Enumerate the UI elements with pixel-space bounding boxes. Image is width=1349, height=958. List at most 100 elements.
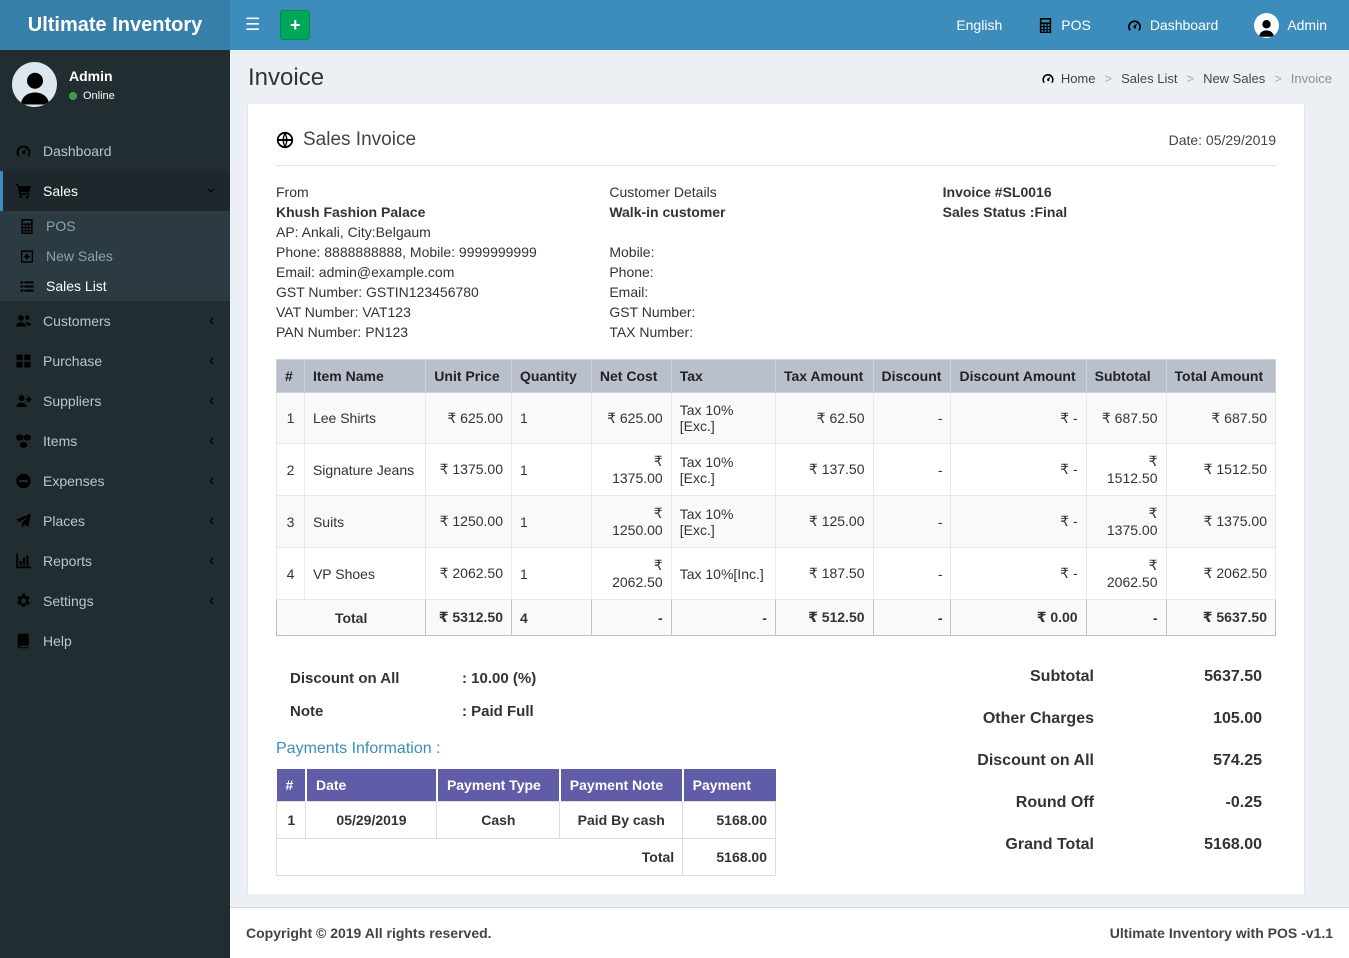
note-row: Note : Paid Full: [290, 703, 796, 720]
navbar-user-menu[interactable]: Admin: [1254, 13, 1327, 38]
plus-square-icon: [19, 249, 35, 264]
summary-value: 574.25: [1094, 752, 1262, 770]
column-header: Subtotal: [1086, 360, 1166, 393]
table-row: 3 Suits ₹ 1250.00 1 ₹ 1250.00 Tax 10%[Ex…: [277, 496, 1276, 548]
online-dot-icon: [69, 92, 77, 100]
sales-submenu: POS New Sales Sales List: [0, 211, 230, 301]
cell: -: [873, 496, 951, 548]
cell: 3: [277, 496, 305, 548]
language-menu[interactable]: English: [956, 17, 1002, 33]
summary-value: 5637.50: [1094, 668, 1262, 686]
summary-row-subtotal: Subtotal 5637.50: [796, 668, 1262, 686]
cell: -: [873, 444, 951, 496]
cell: ₹ 2062.50: [1166, 548, 1276, 600]
cell: 4: [512, 600, 592, 636]
column-header: Payment: [683, 769, 776, 802]
breadcrumb-home[interactable]: Home: [1041, 71, 1096, 86]
table-row: 4 VP Shoes ₹ 2062.50 1 ₹ 2062.50 Tax 10%…: [277, 548, 1276, 600]
cell: ₹ 0.00: [951, 600, 1086, 636]
cell: ₹ 187.50: [775, 548, 873, 600]
payments-total-value: 5168.00: [683, 839, 776, 876]
column-header: Unit Price: [426, 360, 512, 393]
cell: -: [873, 600, 951, 636]
cell: ₹ 1375.00: [426, 444, 512, 496]
invoice-card: Sales Invoice Date: 05/29/2019 From Khus…: [248, 104, 1304, 894]
content-wrapper: Invoice Home > Sales List > New Sales > …: [230, 50, 1349, 894]
sidebar-item-help[interactable]: Help: [0, 621, 230, 661]
sidebar-item-sales-list[interactable]: Sales List: [0, 271, 230, 301]
cell: Suits: [304, 496, 425, 548]
cell: Paid By cash: [560, 802, 683, 839]
customer-tax: TAX Number:: [609, 322, 942, 342]
sidebar-item-pos[interactable]: POS: [0, 211, 230, 241]
from-gst: GST Number: GSTIN123456780: [276, 282, 609, 302]
column-header: Item Name: [304, 360, 425, 393]
breadcrumb-sales-list[interactable]: Sales List: [1121, 71, 1177, 86]
note-label: Note: [290, 703, 462, 720]
cell: 4: [277, 548, 305, 600]
user-name: Admin: [69, 68, 115, 84]
items-table: # Item Name Unit Price Quantity Net Cost…: [276, 359, 1276, 636]
invoice-lower-left: Discount on All : 10.00 (%) Note : Paid …: [276, 664, 796, 878]
brand-logo[interactable]: Ultimate Inventory: [0, 0, 230, 50]
cubes-icon: [15, 433, 32, 449]
summary-label: Round Off: [1016, 794, 1094, 812]
sidebar-item-places[interactable]: Places: [0, 501, 230, 541]
sidebar-item-new-sales[interactable]: New Sales: [0, 241, 230, 271]
user-status[interactable]: Online: [69, 90, 115, 102]
sidebar-item-reports[interactable]: Reports: [0, 541, 230, 581]
invoice-lower-section: Discount on All : 10.00 (%) Note : Paid …: [276, 664, 1276, 878]
paper-plane-icon: [15, 513, 32, 529]
sidebar-menu: Dashboard Sales POS New Sales Sales Li: [0, 131, 230, 661]
navbar-pos-link[interactable]: POS: [1038, 17, 1091, 33]
sidebar-item-customers[interactable]: Customers: [0, 301, 230, 341]
chevron-left-icon: [206, 396, 216, 406]
list-icon: [19, 279, 35, 294]
invoice-header: Sales Invoice Date: 05/29/2019: [276, 129, 1276, 151]
cell: ₹ 2062.50: [426, 548, 512, 600]
from-name: Khush Fashion Palace: [276, 202, 609, 222]
sidebar-item-sales[interactable]: Sales: [0, 171, 230, 211]
cell: 5168.00: [683, 802, 776, 839]
discount-on-all-row: Discount on All : 10.00 (%): [290, 670, 796, 687]
invoice-meta-block: Invoice #SL0016 Sales Status :Final: [943, 182, 1276, 342]
menu-toggle-icon[interactable]: ☰: [230, 15, 275, 35]
cell: -: [873, 393, 951, 444]
sidebar-item-expenses[interactable]: Expenses: [0, 461, 230, 501]
discount-on-all-value: : 10.00 (%): [462, 670, 536, 687]
cell: ₹ 1375.00: [1166, 496, 1276, 548]
gauge-icon: [1041, 72, 1055, 85]
sidebar-item-purchase[interactable]: Purchase: [0, 341, 230, 381]
summary-label: Discount on All: [977, 752, 1094, 770]
customer-mobile: Mobile:: [609, 242, 942, 262]
cell: ₹ 687.50: [1166, 393, 1276, 444]
sidebar-item-items[interactable]: Items: [0, 421, 230, 461]
cell: ₹ 1250.00: [591, 496, 671, 548]
column-header: Tax: [671, 360, 775, 393]
sidebar-item-dashboard[interactable]: Dashboard: [0, 131, 230, 171]
navbar-right: English POS Dashboard Admin: [956, 13, 1349, 38]
sidebar-item-settings[interactable]: Settings: [0, 581, 230, 621]
breadcrumb-separator: >: [1105, 71, 1113, 86]
divider: [276, 165, 1276, 166]
cell: ₹ -: [951, 393, 1086, 444]
navbar-dashboard-link[interactable]: Dashboard: [1127, 17, 1219, 33]
invoice-title: Sales Invoice: [276, 129, 416, 151]
cell: -: [873, 548, 951, 600]
breadcrumb-new-sales[interactable]: New Sales: [1203, 71, 1265, 86]
quick-add-button[interactable]: +: [280, 10, 310, 40]
customer-label: Customer Details: [609, 182, 942, 202]
note-value: : Paid Full: [462, 703, 534, 720]
cell: ₹ 5637.50: [1166, 600, 1276, 636]
payments-total-row: Total 5168.00: [277, 839, 776, 876]
cell: 05/29/2019: [306, 802, 437, 839]
column-header: #: [277, 360, 305, 393]
sidebar-item-suppliers[interactable]: Suppliers: [0, 381, 230, 421]
gauge-icon: [15, 143, 32, 159]
cell: ₹ 1375.00: [1086, 496, 1166, 548]
users-icon: [15, 313, 32, 329]
cell: ₹ 2062.50: [591, 548, 671, 600]
cell: ₹ -: [951, 444, 1086, 496]
gauge-icon: [1127, 18, 1142, 33]
content-header: Invoice Home > Sales List > New Sales > …: [245, 64, 1334, 104]
